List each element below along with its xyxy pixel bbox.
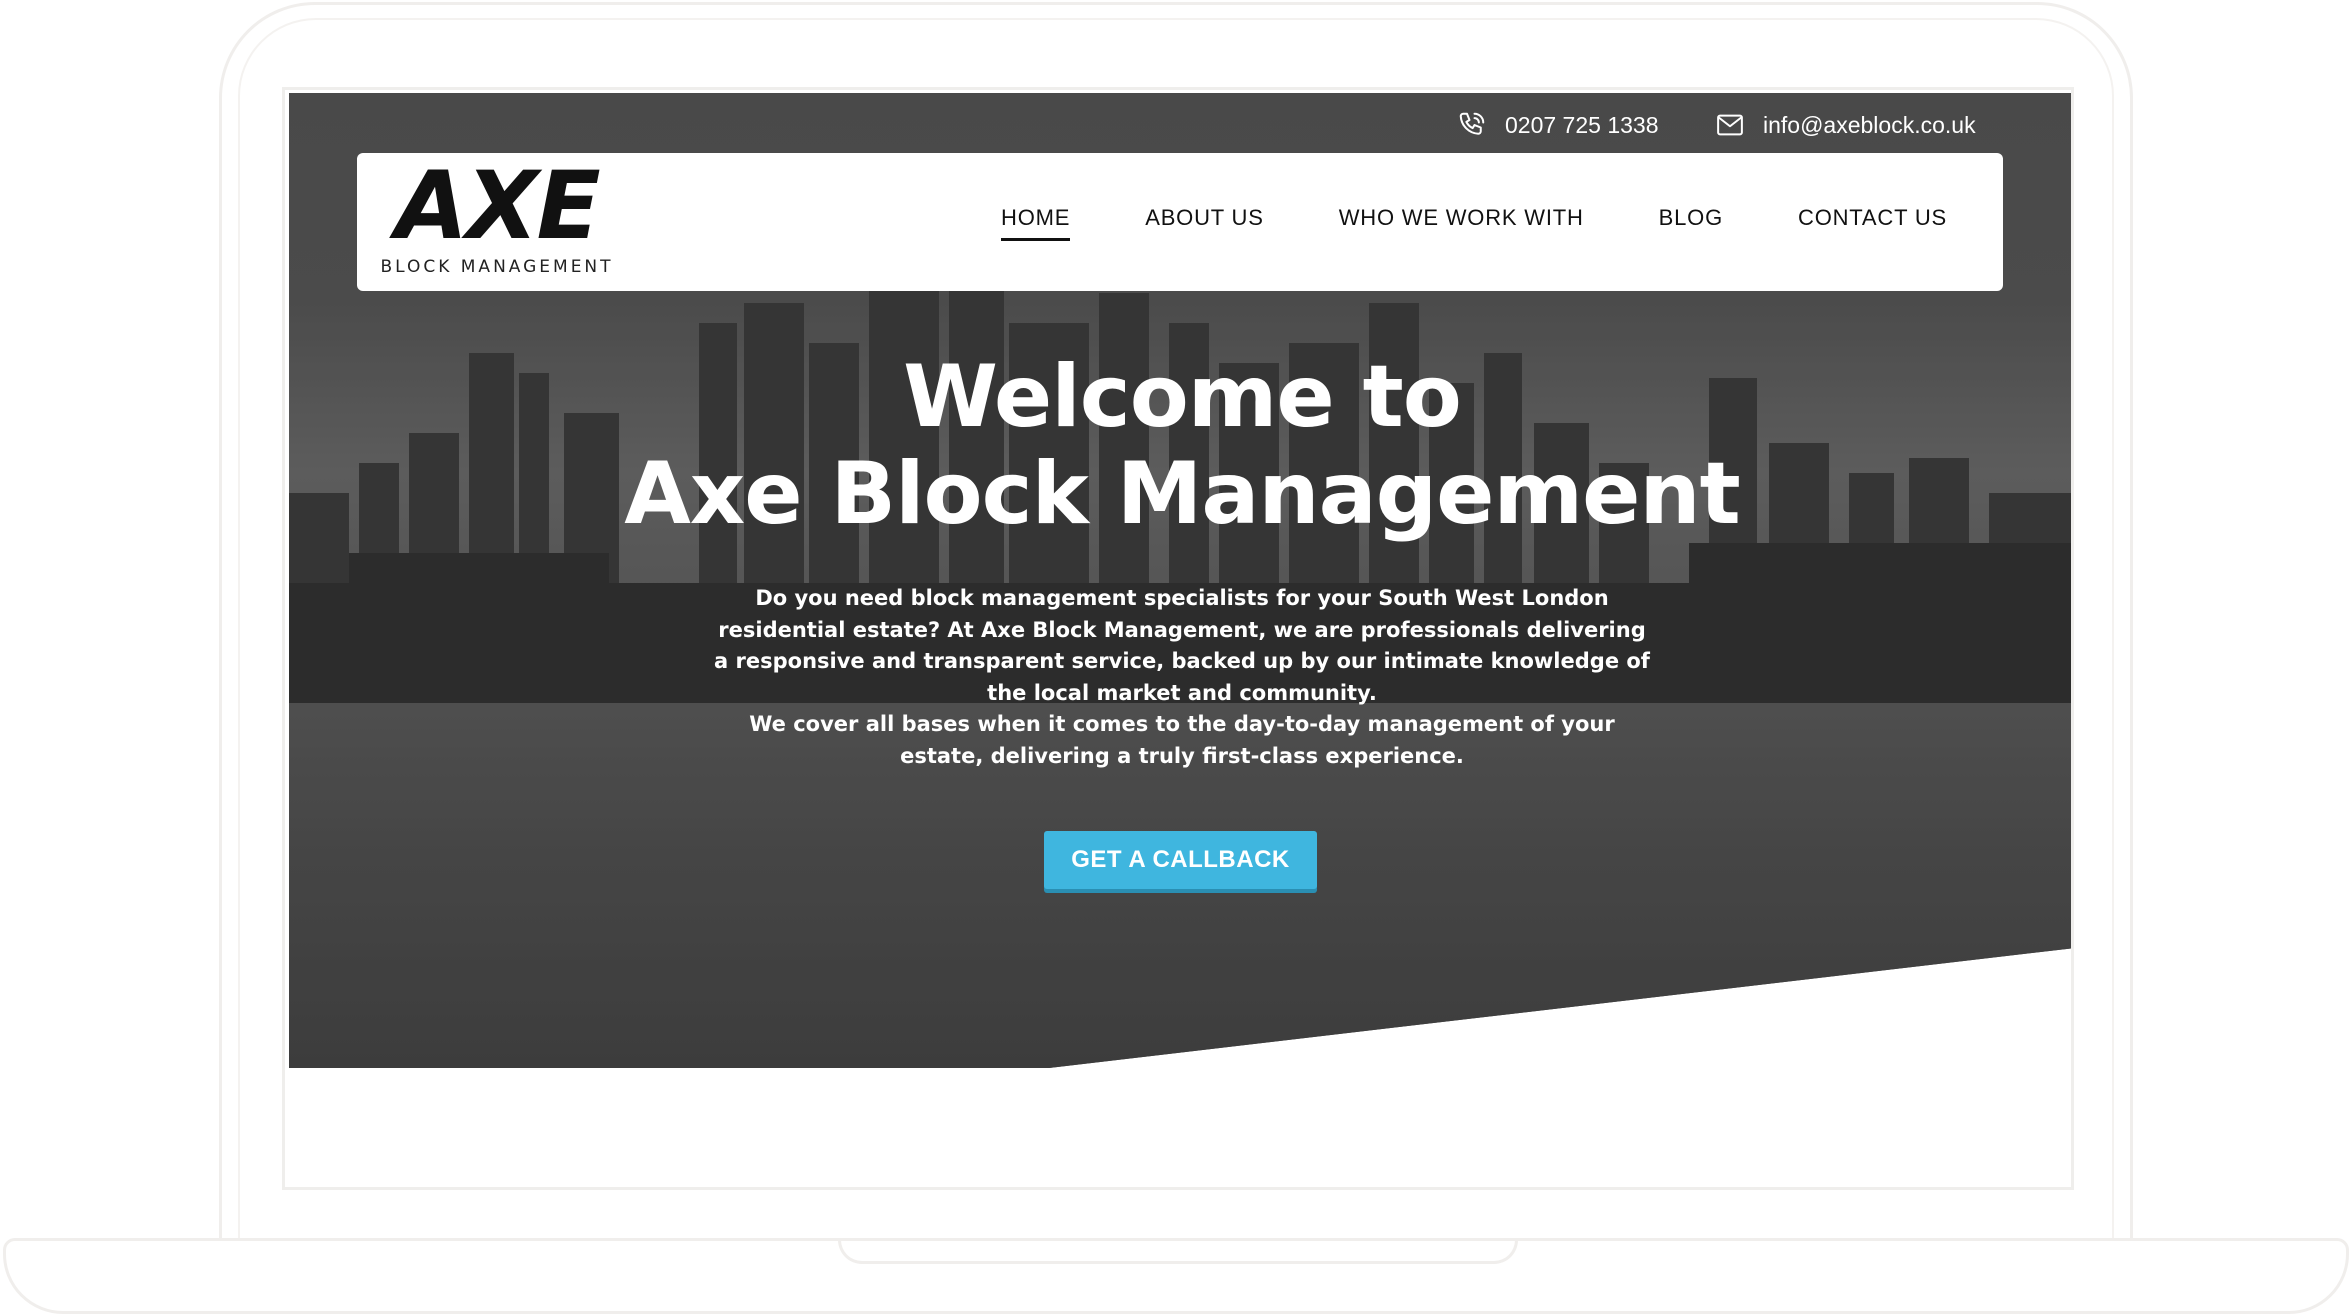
get-callback-button[interactable]: GET A CALLBACK xyxy=(1044,831,1317,889)
hero-title-line-2: Axe Block Management xyxy=(624,444,1741,544)
hero-paragraph-1: Do you need block management specialists… xyxy=(714,586,1650,705)
main-nav: HOME ABOUT US WHO WE WORK WITH BLOG CONT… xyxy=(926,205,1947,241)
logo-wordmark: AXE xyxy=(395,152,600,261)
phone-number[interactable]: 0207 725 1338 xyxy=(1505,112,1659,139)
browser-screen: 0207 725 1338 info@axeblock.co.uk AXE BL… xyxy=(282,87,2074,1190)
email-address[interactable]: info@axeblock.co.uk xyxy=(1763,112,1976,139)
hero-section: 0207 725 1338 info@axeblock.co.uk AXE BL… xyxy=(289,93,2071,1068)
topbar-email[interactable]: info@axeblock.co.uk xyxy=(1715,106,1976,144)
hero-title: Welcome to Axe Block Management xyxy=(289,347,2071,544)
topbar-phone[interactable]: 0207 725 1338 xyxy=(1457,106,1659,144)
nav-item-who-we-work-with[interactable]: WHO WE WORK WITH xyxy=(1339,205,1584,241)
nav-item-blog[interactable]: BLOG xyxy=(1659,205,1723,241)
nav-item-home[interactable]: HOME xyxy=(1001,205,1071,241)
hero-paragraph-2: We cover all bases when it comes to the … xyxy=(749,712,1615,768)
phone-icon xyxy=(1459,112,1485,135)
site-logo[interactable]: AXE BLOCK MANAGEMENT xyxy=(375,157,619,281)
hero-description: Do you need block management specialists… xyxy=(709,583,1655,772)
nav-item-about-us[interactable]: ABOUT US xyxy=(1145,205,1263,241)
site-header: AXE BLOCK MANAGEMENT HOME ABOUT US WHO W… xyxy=(357,153,2003,291)
nav-item-contact-us[interactable]: CONTACT US xyxy=(1798,205,1947,241)
logo-tagline: BLOCK MANAGEMENT xyxy=(380,257,614,277)
laptop-notch xyxy=(838,1238,1518,1264)
hero-title-line-1: Welcome to xyxy=(903,347,1462,447)
mail-icon xyxy=(1717,114,1743,136)
